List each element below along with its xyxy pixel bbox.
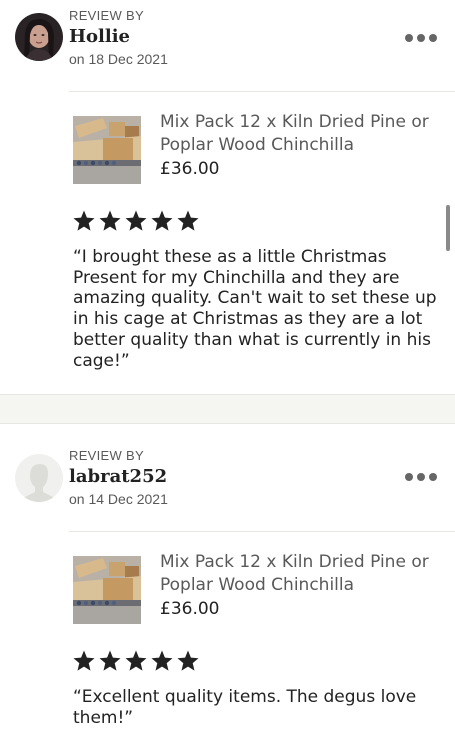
- star-icon: [99, 210, 121, 231]
- star-icon: [177, 210, 199, 231]
- reviewer-name[interactable]: Hollie: [69, 26, 130, 47]
- review-by-label: REVIEW BY: [69, 448, 144, 463]
- review-text: “Excellent quality items. The degus love…: [73, 687, 417, 728]
- divider: [69, 91, 455, 92]
- section-divider: [0, 394, 455, 424]
- star-rating: [72, 209, 200, 233]
- star-icon: [99, 650, 121, 671]
- star-icon: [151, 650, 173, 671]
- more-options-button[interactable]: [405, 467, 437, 487]
- more-dots-icon: [405, 34, 413, 42]
- reviewer-avatar[interactable]: [15, 454, 63, 502]
- reviewer-name[interactable]: labrat252: [69, 466, 167, 487]
- product-image[interactable]: [73, 556, 141, 624]
- star-icon: [177, 650, 199, 671]
- star-icon: [125, 650, 147, 671]
- product-title-link[interactable]: Mix Pack 12 x Kiln Dried Pine or Poplar …: [160, 551, 430, 597]
- review-date: on 14 Dec 2021: [69, 491, 168, 507]
- more-dots-icon: [405, 473, 413, 481]
- user-silhouette-icon: [15, 454, 63, 502]
- star-icon: [73, 210, 95, 231]
- review-text: “I brought these as a little Christmas P…: [73, 247, 437, 371]
- divider: [69, 531, 455, 532]
- star-rating: [72, 649, 200, 673]
- product-price: £36.00: [160, 159, 220, 179]
- star-icon: [125, 210, 147, 231]
- product-image[interactable]: [73, 116, 141, 184]
- review-date: on 18 Dec 2021: [69, 51, 168, 67]
- review-card: REVIEW BY Hollie on 18 Dec 2021 Mix Pack…: [0, 0, 455, 394]
- product-title-link[interactable]: Mix Pack 12 x Kiln Dried Pine or Poplar …: [160, 111, 430, 157]
- scrollbar[interactable]: [446, 205, 450, 251]
- more-options-button[interactable]: [405, 28, 437, 48]
- review-by-label: REVIEW BY: [69, 8, 144, 23]
- review-card: REVIEW BY labrat252 on 14 Dec 2021 Mix P…: [0, 424, 455, 734]
- star-icon: [151, 210, 173, 231]
- product-price: £36.00: [160, 599, 220, 619]
- star-icon: [73, 650, 95, 671]
- reviewer-avatar[interactable]: [15, 13, 63, 61]
